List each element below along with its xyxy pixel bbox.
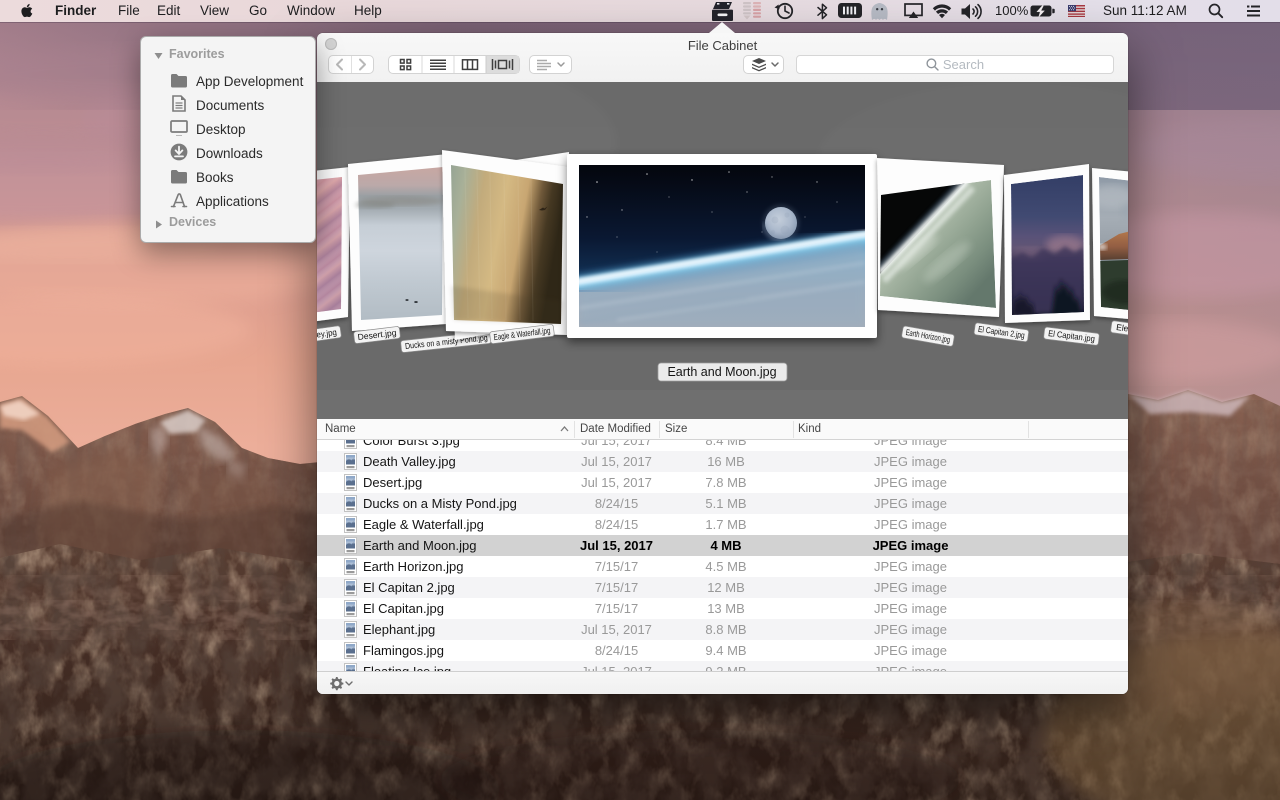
svg-text:Earth and Moon.jpg: Earth and Moon.jpg bbox=[667, 365, 776, 379]
